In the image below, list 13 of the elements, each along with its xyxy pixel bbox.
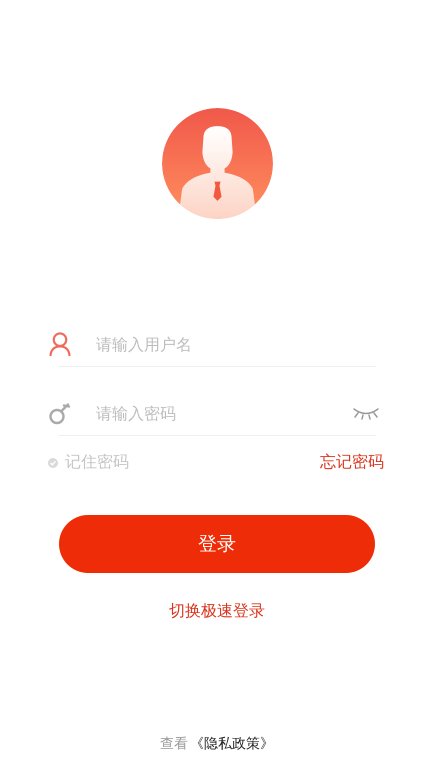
- switch-login-link[interactable]: 切换极速登录: [169, 601, 265, 622]
- username-field[interactable]: 请输入用户名: [96, 329, 376, 359]
- key-icon: [48, 400, 72, 426]
- remember-checkbox[interactable]: [48, 458, 58, 468]
- password-field[interactable]: 请输入密码: [96, 398, 352, 428]
- remember-label: 记住密码: [65, 452, 129, 473]
- user-icon: [48, 332, 72, 356]
- login-button[interactable]: 登录: [59, 515, 375, 573]
- closed-eye-icon[interactable]: [352, 406, 380, 420]
- avatar-icon: [162, 108, 272, 219]
- footer-text: 查看: [160, 735, 188, 753]
- privacy-policy-link[interactable]: 《隐私政策》: [190, 735, 274, 753]
- forgot-password-link[interactable]: 忘记密码: [320, 452, 384, 473]
